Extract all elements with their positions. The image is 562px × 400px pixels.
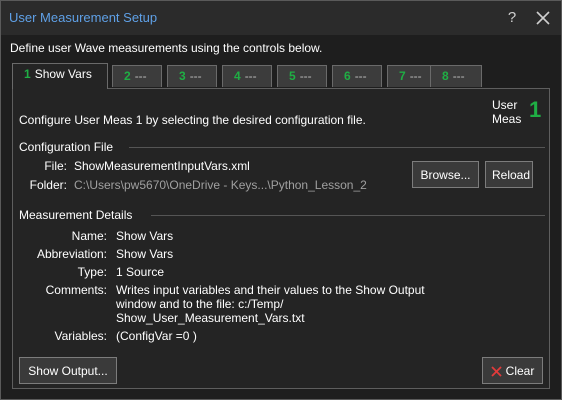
clear-label: Clear [505,363,535,378]
tab-number: 2 [124,69,131,83]
user-meas-number: 1 [529,97,542,122]
window-title: User Measurement Setup [9,10,158,25]
clear-button[interactable]: Clear [482,357,543,384]
tab-label: --- [134,69,147,83]
tab-number: 4 [234,69,241,83]
file-value: ShowMeasurementInputVars.xml [74,159,250,173]
tab-user-meas-4[interactable]: 4 --- [222,65,272,87]
tab-number: 8 [442,69,449,83]
tab-label: Show Vars [34,67,92,81]
tab-label: --- [354,69,367,83]
variables-label: Variables: [54,329,107,343]
measurement-details-header: Measurement Details [19,208,133,222]
folder-label: Folder: [29,178,67,192]
user-meas-label: User Meas [492,98,528,126]
name-value: Show Vars [116,229,174,243]
user-measurement-setup-dialog: User Measurement Setup ? Define user Wav… [0,0,562,400]
browse-button[interactable]: Browse... [412,161,479,188]
user-meas-label-line1: User [492,98,518,112]
comments-label: Comments: [45,283,107,297]
close-icon [536,11,550,25]
tab-user-meas-5[interactable]: 5 --- [277,65,327,87]
type-label: Type: [77,265,107,279]
config-file-divider [129,147,545,148]
close-button[interactable] [533,8,553,28]
show-output-button[interactable]: Show Output... [19,357,117,384]
file-label: File: [44,159,67,173]
tab-label: --- [409,69,422,83]
title-bar[interactable]: User Measurement Setup ? [1,1,561,35]
tab-user-meas-6[interactable]: 6 --- [332,65,382,87]
measurement-details-divider [151,215,545,216]
tab-label: --- [189,69,202,83]
tab-label: --- [299,69,312,83]
tab-label: --- [452,69,465,83]
tab-user-meas-1[interactable]: 1 Show Vars [12,63,108,89]
user-meas-label-line2: Meas [492,112,522,126]
tab-user-meas-3[interactable]: 3 --- [167,65,217,87]
help-button[interactable]: ? [501,7,523,29]
folder-value: C:\Users\pw5670\OneDrive - Keys...\Pytho… [74,178,367,192]
reload-button[interactable]: Reload [485,161,533,188]
tab-number: 3 [179,69,186,83]
comments-value: Writes input variables and their values … [116,283,425,325]
abbreviation-value: Show Vars [116,247,174,261]
variables-value: (ConfigVar =0 ) [116,329,197,343]
tab-user-meas-8[interactable]: 8 --- [430,65,482,87]
tab-number: 5 [289,69,296,83]
clear-icon [491,366,502,377]
name-label: Name: [71,229,107,243]
tab-label: --- [244,69,257,83]
config-file-header: Configuration File [19,140,114,154]
type-value: 1 Source [116,265,165,279]
configure-instructions: Configure User Meas 1 by selecting the d… [19,113,366,127]
tab-number: 6 [344,69,351,83]
intro-text: Define user Wave measurements using the … [10,41,323,55]
tab-user-meas-2[interactable]: 2 --- [112,65,162,87]
abbreviation-label: Abbreviation: [36,247,107,261]
tab-number: 7 [399,69,406,83]
tab-number: 1 [24,67,31,81]
